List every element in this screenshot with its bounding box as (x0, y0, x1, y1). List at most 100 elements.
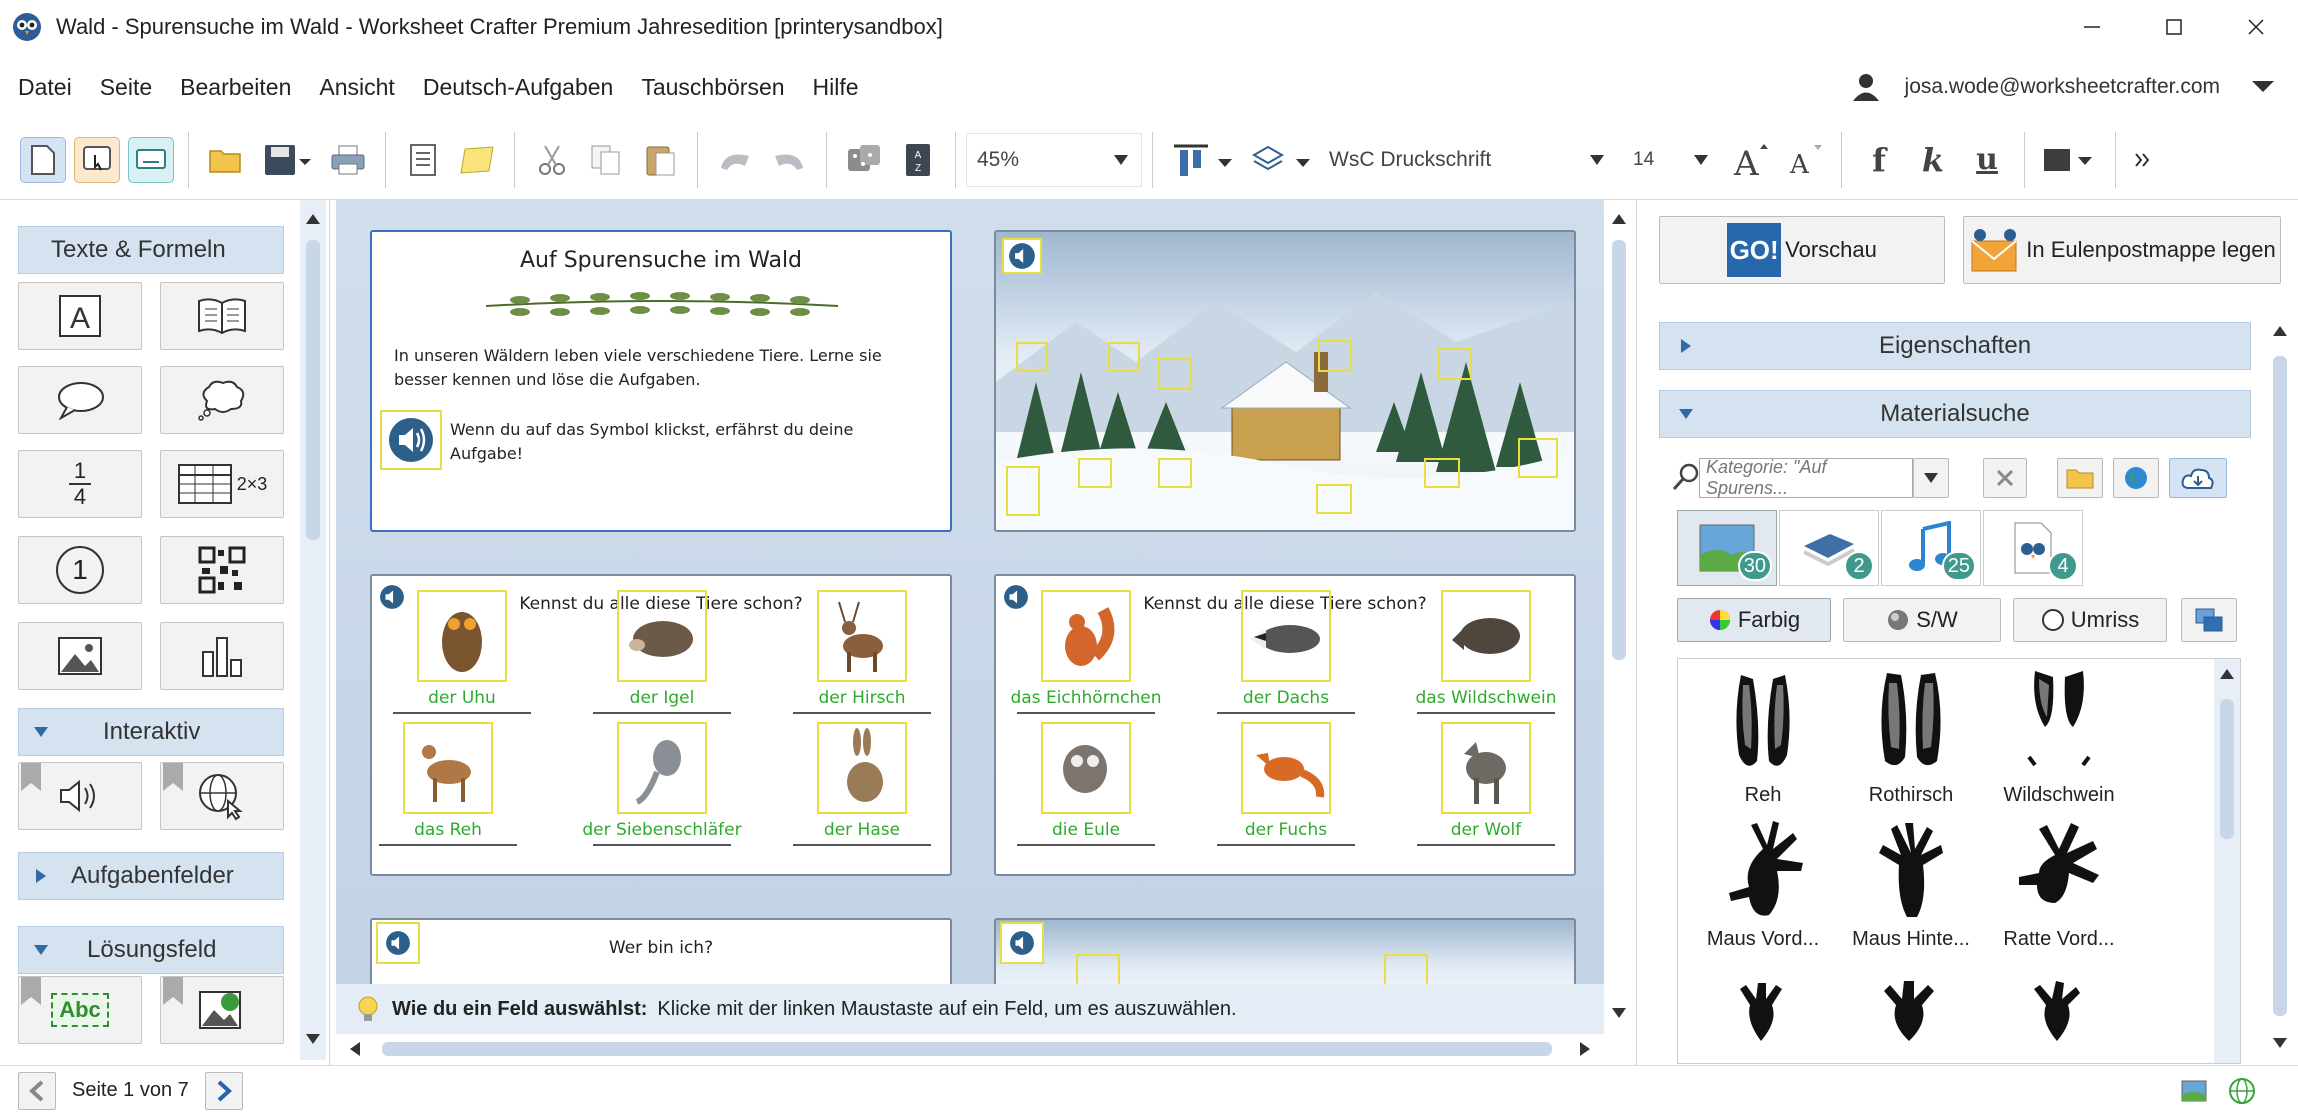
tools-scrollbar[interactable] (300, 200, 326, 1060)
worksheet-canvas[interactable]: Auf Spurensuche im Wald In unseren Wälde… (336, 200, 1604, 984)
canvas-scrollbar-track[interactable] (1606, 200, 1632, 1034)
filter-colored[interactable]: Farbig (1677, 598, 1831, 642)
solution-image-tool[interactable] (160, 976, 284, 1044)
hotspot[interactable] (1158, 358, 1192, 390)
tab-documents[interactable]: 2 (1779, 510, 1879, 586)
copy-material-button[interactable] (2181, 598, 2237, 642)
scroll-down-icon[interactable] (2267, 1030, 2293, 1056)
results-scrollbar[interactable] (2214, 659, 2240, 1063)
scroll-down-icon[interactable] (1606, 1000, 1632, 1026)
hotspot[interactable] (1108, 342, 1140, 372)
result-item[interactable]: Reh (1688, 665, 1838, 807)
picture-status-icon[interactable] (2180, 1079, 2208, 1103)
align-button[interactable] (1167, 137, 1237, 183)
hotspot[interactable] (1016, 342, 1048, 372)
cloud-download-button[interactable] (2169, 458, 2227, 498)
tab-worksheets[interactable]: 4 (1983, 510, 2083, 586)
hotspot[interactable] (1158, 458, 1192, 488)
scroll-up-icon[interactable] (300, 206, 326, 232)
tab-audio[interactable]: 25 (1881, 510, 1981, 586)
solution-text-tool[interactable]: Abc (18, 976, 142, 1044)
menu-bearbeiten[interactable]: Bearbeiten (170, 74, 301, 101)
menu-hilfe[interactable]: Hilfe (803, 74, 869, 101)
next-page-button[interactable] (204, 1071, 243, 1110)
menu-datei[interactable]: Datei (8, 74, 82, 101)
text-tool[interactable]: A (18, 282, 142, 350)
winter-scene-card-2[interactable] (994, 918, 1576, 984)
hotspot[interactable] (1384, 954, 1428, 984)
underline-button[interactable]: u (1964, 137, 2010, 183)
shrink-font-button[interactable]: A (1781, 137, 1827, 183)
hotspot[interactable] (1006, 466, 1040, 516)
speech-bubble-tool[interactable] (18, 366, 142, 434)
riddle-card[interactable]: Wer bin ich? (370, 918, 952, 984)
user-account[interactable]: josa.wode@worksheetcrafter.com (1851, 54, 2298, 120)
tools-scroll-thumb[interactable] (306, 240, 320, 540)
presentation-view-button[interactable] (128, 136, 174, 183)
scroll-up-icon[interactable] (2214, 661, 2240, 687)
italic-button[interactable]: k (1910, 137, 1956, 183)
canvas-horizontal-scrollbar[interactable] (336, 1034, 1604, 1064)
font-combo[interactable]: WsC Druckschrift (1319, 133, 1619, 187)
undo-button[interactable] (712, 137, 758, 183)
menu-ansicht[interactable]: Ansicht (309, 74, 404, 101)
properties-header[interactable]: Eigenschaften (1659, 322, 2251, 370)
hotspot[interactable] (1318, 340, 1352, 372)
hotspot[interactable] (1076, 954, 1120, 984)
category-input[interactable]: Kategorie: "Auf Spurens... (1699, 457, 1913, 498)
hotspot[interactable] (1424, 458, 1460, 488)
menu-deutsch-aufgaben[interactable]: Deutsch-Aufgaben (413, 74, 624, 101)
color-button[interactable] (2039, 137, 2101, 183)
animals-card-2[interactable]: Kennst du alle diese Tiere schon? das Ei… (994, 574, 1576, 876)
filter-bw[interactable]: S/W (1843, 598, 2001, 642)
layers-button[interactable] (1245, 137, 1315, 183)
panel-scrollbar[interactable] (2267, 316, 2293, 1060)
print-button[interactable] (325, 137, 371, 183)
scroll-up-icon[interactable] (2267, 318, 2293, 344)
results-scroll-thumb[interactable] (2220, 699, 2234, 839)
grow-font-button[interactable]: A (1727, 137, 1773, 183)
audio-button[interactable] (1000, 922, 1044, 964)
cut-button[interactable] (529, 137, 575, 183)
section-loesungsfeld[interactable]: Lösungsfeld (18, 926, 284, 974)
add-folder-button[interactable] (2057, 458, 2103, 498)
material-search-header[interactable]: Materialsuche (1659, 390, 2251, 438)
interactive-view-button[interactable] (74, 136, 120, 183)
notes-button[interactable] (454, 137, 500, 183)
scroll-down-icon[interactable] (300, 1026, 326, 1052)
section-interaktiv[interactable]: Interaktiv (18, 708, 284, 756)
paste-button[interactable] (637, 137, 683, 183)
animals-card-1[interactable]: Kennst du alle diese Tiere schon? der Uh… (370, 574, 952, 876)
hotspot[interactable] (1438, 348, 1472, 380)
panel-scroll-thumb[interactable] (2273, 356, 2287, 1016)
result-item[interactable]: Rothirsch (1836, 665, 1986, 807)
section-aufgabenfelder[interactable]: Aufgabenfelder (18, 852, 284, 900)
hotspot[interactable] (1518, 438, 1558, 478)
copy-button[interactable] (583, 137, 629, 183)
clear-search-button[interactable] (1983, 458, 2027, 498)
reading-text-tool[interactable] (160, 282, 284, 350)
dictionary-button[interactable]: AZ (895, 137, 941, 183)
result-item[interactable]: Maus Vord... (1688, 819, 1838, 951)
save-button[interactable] (257, 137, 317, 183)
number-circle-tool[interactable]: 1 (18, 536, 142, 604)
tab-images[interactable]: 30 (1677, 510, 1777, 586)
winter-scene-card[interactable] (994, 230, 1576, 532)
minimize-button[interactable] (2052, 0, 2132, 54)
chart-tool[interactable] (160, 622, 284, 690)
image-tool[interactable] (18, 622, 142, 690)
zoom-combo[interactable]: 45% (966, 132, 1142, 187)
menu-tauschboersen[interactable]: Tauschbörsen (631, 74, 794, 101)
online-search-button[interactable] (2113, 458, 2159, 498)
result-item[interactable]: Ratte Vord... (1984, 819, 2134, 951)
bold-button[interactable]: f (1856, 137, 1902, 183)
dice-button[interactable] (841, 137, 887, 183)
audio-button[interactable] (380, 410, 442, 470)
chevron-down-icon[interactable] (2250, 79, 2276, 95)
font-size-combo[interactable]: 14 (1619, 133, 1723, 187)
menu-seite[interactable]: Seite (90, 74, 162, 101)
hotspot[interactable] (1316, 484, 1352, 514)
mailbox-button[interactable]: In Eulenpostmappe legen (1963, 216, 2281, 284)
canvas-scroll-thumb[interactable] (1612, 240, 1626, 660)
scroll-left-icon[interactable] (342, 1036, 368, 1062)
